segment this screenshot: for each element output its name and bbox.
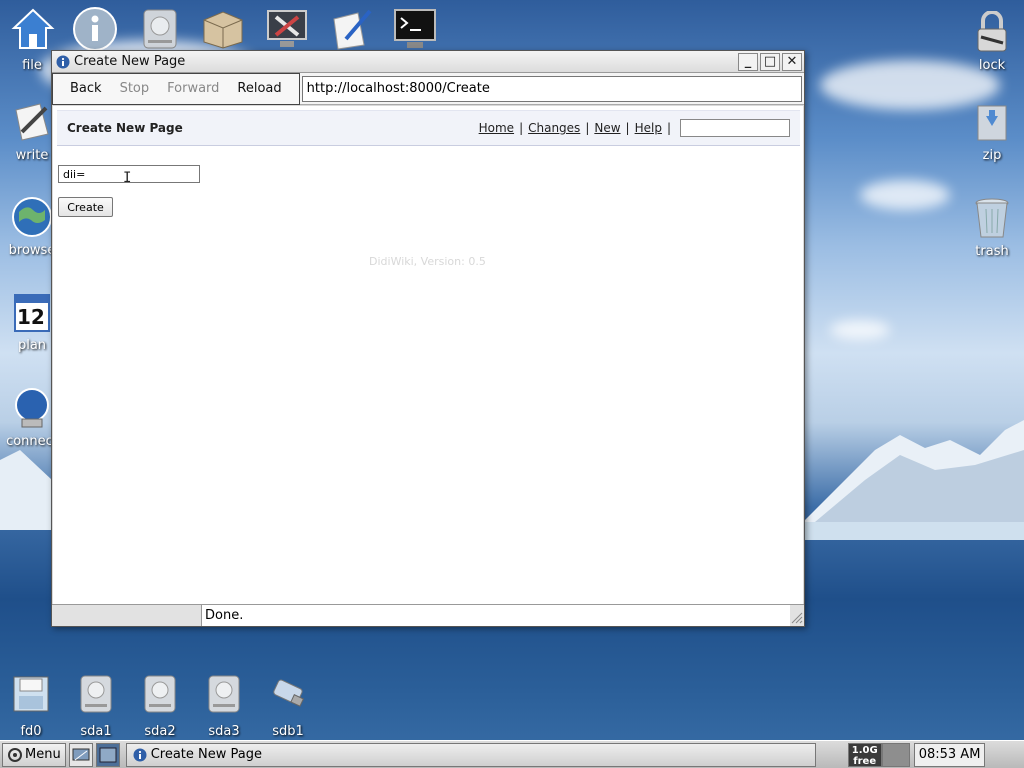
create-button[interactable]: Create — [58, 197, 113, 217]
link-separator: | — [625, 121, 630, 135]
editor-launcher[interactable] — [326, 6, 376, 52]
network-globe-icon — [15, 388, 49, 428]
window-title: Create New Page — [74, 54, 186, 69]
new-link[interactable]: New — [594, 121, 620, 135]
desktop-icon-lock[interactable]: lock — [960, 10, 1024, 73]
drive-label: sda2 — [144, 724, 176, 739]
workspace-switcher[interactable] — [95, 742, 120, 767]
back-button[interactable]: Back — [61, 81, 111, 96]
package-launcher[interactable] — [198, 6, 248, 52]
wiki-header: Create New Page Home | Changes | New | H… — [57, 110, 800, 146]
padlock-icon — [977, 11, 1007, 52]
stop-button[interactable]: Stop — [111, 81, 159, 96]
system-monitor — [881, 742, 910, 767]
drive-label: sdb1 — [272, 724, 304, 739]
resize-grip-icon — [791, 612, 803, 624]
reload-button[interactable]: Reload — [228, 81, 290, 96]
info-icon — [56, 55, 70, 68]
page-title: Create New Page — [67, 121, 183, 135]
desktop-icon-trash[interactable]: trash — [960, 196, 1024, 259]
free-label: free — [853, 755, 877, 767]
trash-icon — [975, 198, 1009, 238]
status-progress-pane — [52, 605, 202, 626]
workspace-icon — [99, 747, 117, 762]
write-icon — [15, 103, 49, 141]
desktop-icon-zip[interactable]: zip — [960, 100, 1024, 163]
drive-label: sda3 — [208, 724, 240, 739]
wiki-search-input[interactable] — [680, 119, 790, 137]
link-separator: | — [585, 121, 590, 135]
browser-window: Create New Page _ □ ✕ Back Stop Forward … — [51, 50, 805, 627]
drive-sdb1[interactable]: sdb1 — [262, 674, 314, 739]
info-launcher[interactable] — [70, 6, 120, 52]
usb-drive-icon — [273, 679, 305, 707]
desktop-icon-label: lock — [978, 58, 1006, 73]
drive-label: sda1 — [80, 724, 112, 739]
desktop-icon-label: zip — [982, 148, 1002, 163]
home-link[interactable]: Home — [479, 121, 514, 135]
info-icon — [133, 748, 147, 761]
url-input[interactable]: http://localhost:8000/Create — [301, 75, 802, 102]
taskbar-window-button[interactable]: Create New Page — [125, 742, 816, 767]
version-footer: DidiWiki, Version: 0.5 — [369, 255, 486, 268]
taskbar-window-title: Create New Page — [150, 747, 262, 762]
link-separator: | — [666, 121, 671, 135]
window-titlebar[interactable]: Create New Page _ □ ✕ — [52, 51, 804, 73]
drive-sda2[interactable]: sda2 — [134, 674, 186, 739]
text-cursor-icon: I — [123, 170, 132, 186]
drive-fd0[interactable]: fd0 — [5, 674, 57, 739]
wiki-nav-links: Home | Changes | New | Help | — [479, 119, 790, 137]
free-amount: 1.0G — [851, 744, 878, 756]
navigation-toolbar: Back Stop Forward Reload http://localhos… — [52, 72, 804, 105]
floppy-icon — [13, 676, 49, 712]
status-bar: Done. — [52, 604, 804, 626]
harddisk-icon — [144, 675, 176, 713]
drive-sda3[interactable]: sda3 — [198, 674, 250, 739]
settings-launcher[interactable] — [262, 6, 312, 52]
changes-link[interactable]: Changes — [528, 121, 580, 135]
drive-label: fd0 — [20, 724, 42, 739]
terminal-launcher[interactable] — [390, 6, 440, 52]
terminal-icon — [394, 9, 436, 48]
resize-grip[interactable] — [790, 605, 804, 626]
calendar-day: 12 — [17, 305, 45, 329]
harddisk-icon — [208, 675, 240, 713]
archive-icon — [977, 105, 1007, 141]
info-icon — [73, 7, 117, 51]
drive-sda1[interactable]: sda1 — [70, 674, 122, 739]
package-icon — [203, 11, 243, 49]
tools-monitor-icon — [267, 10, 307, 47]
nav-buttons: Back Stop Forward Reload — [52, 72, 300, 105]
minimize-button[interactable]: _ — [738, 52, 758, 71]
forward-button[interactable]: Forward — [158, 81, 228, 96]
maximize-button[interactable]: □ — [760, 52, 780, 71]
harddisk-icon — [80, 675, 112, 713]
close-button[interactable]: ✕ — [782, 52, 802, 71]
start-menu-button[interactable]: Menu — [2, 742, 66, 767]
harddisk-icon — [143, 9, 177, 49]
drive-launcher[interactable] — [135, 6, 185, 52]
globe-icon — [12, 197, 52, 237]
page-content: Create New Page Home | Changes | New | H… — [53, 106, 803, 604]
free-memory-indicator: 1.0G free — [847, 742, 882, 767]
menu-logo-icon — [8, 747, 22, 762]
desktop-icon-label: trash — [975, 244, 1009, 259]
show-desktop-icon — [72, 748, 90, 760]
help-link[interactable]: Help — [635, 121, 662, 135]
clock[interactable]: 08:53 AM — [913, 742, 986, 767]
show-desktop-button[interactable] — [68, 742, 93, 767]
pen-paper-icon — [333, 9, 372, 50]
status-message: Done. — [202, 605, 790, 626]
menu-label: Menu — [25, 747, 61, 762]
link-separator: | — [519, 121, 524, 135]
taskbar: Menu Create New Page 1.0G free 08:53 AM — [0, 740, 1024, 768]
